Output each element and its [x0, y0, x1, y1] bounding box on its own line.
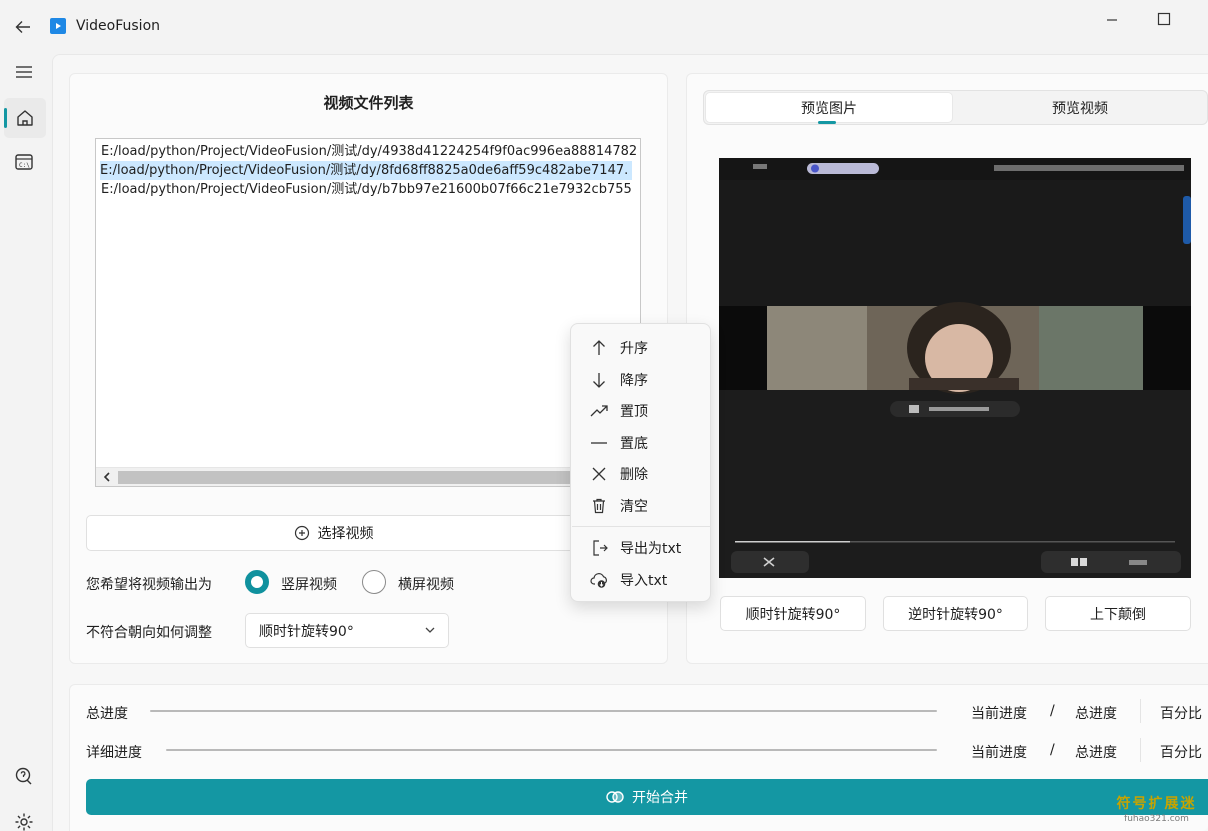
file-list-item[interactable]: E:/load/python/Project/VideoFusion/测试/dy…	[101, 142, 640, 161]
scrollbar-thumb[interactable]	[118, 471, 578, 484]
export-icon	[589, 538, 609, 558]
menu-item-delete[interactable]: 删除	[571, 459, 710, 489]
divider	[1140, 699, 1141, 723]
arrow-down-icon	[589, 370, 609, 390]
tab-preview-video[interactable]: 预览视频	[955, 92, 1205, 123]
detail-percent-label: 百分比	[1160, 745, 1202, 761]
preview-frame	[719, 158, 1191, 578]
orientation-select-value: 顺时针旋转90°	[259, 623, 354, 640]
preview-image	[719, 158, 1191, 578]
title-bar	[0, 0, 1208, 52]
hamburger-icon	[16, 66, 32, 78]
detail-current-label: 当前进度	[971, 745, 1027, 761]
menu-item-label: 置底	[620, 436, 648, 452]
minimize-button[interactable]	[1100, 8, 1124, 32]
minus-icon	[589, 433, 609, 453]
total-percent-label: 百分比	[1160, 706, 1202, 722]
radio-portrait-label[interactable]: 竖屏视频	[281, 574, 337, 594]
menu-item-label: 清空	[620, 499, 648, 515]
watermark: 符号扩展迷 fuhao321.com	[1105, 793, 1208, 831]
menu-item-move-top[interactable]: 置顶	[571, 396, 710, 426]
maximize-icon	[1157, 12, 1171, 26]
chat-help-icon	[15, 767, 32, 785]
radio-landscape[interactable]	[362, 570, 386, 594]
menu-item-move-bottom[interactable]: 置底	[571, 428, 710, 458]
minimize-icon	[1107, 19, 1117, 21]
radio-portrait[interactable]	[245, 570, 269, 594]
menu-separator	[572, 526, 711, 527]
rotate-clockwise-button[interactable]: 顺时针旋转90°	[720, 596, 866, 631]
maximize-button[interactable]	[1152, 8, 1176, 32]
start-merge-button[interactable]: 开始合并	[86, 779, 1208, 815]
menu-item-export-txt[interactable]: 导出为txt	[571, 533, 710, 563]
select-video-button[interactable]: 选择视频	[86, 515, 581, 551]
back-button[interactable]	[8, 12, 38, 42]
gear-icon	[15, 813, 33, 831]
arrow-left-icon	[15, 21, 30, 33]
menu-item-clear[interactable]: 清空	[571, 491, 710, 521]
detail-progress-label: 详细进度	[86, 745, 142, 761]
orientation-select[interactable]: 顺时针旋转90°	[245, 613, 449, 648]
context-menu: 升序 降序 置顶 置底 删除 清空 导出为txt 导入txt	[570, 323, 711, 602]
merge-icon	[606, 791, 624, 803]
add-circle-icon	[294, 525, 309, 541]
menu-item-label: 升序	[620, 341, 648, 357]
file-list-title: 视频文件列表	[323, 94, 414, 112]
file-list[interactable]: E:/load/python/Project/VideoFusion/测试/dy…	[95, 138, 641, 487]
detail-total-label: 总进度	[1075, 745, 1117, 761]
app-logo-icon	[50, 18, 66, 34]
nav-home[interactable]	[4, 98, 46, 138]
output-format-label: 您希望将视频输出为	[86, 577, 212, 593]
detail-progress-bar	[166, 749, 937, 751]
select-video-label: 选择视频	[317, 526, 374, 542]
menu-item-label: 导出为txt	[620, 541, 682, 557]
rotate-counterclockwise-button[interactable]: 逆时针旋转90°	[883, 596, 1028, 631]
menu-item-label: 导入txt	[620, 573, 668, 589]
menu-item-label: 删除	[620, 467, 648, 483]
scroll-left-button[interactable]	[100, 469, 114, 485]
nav-command[interactable]: C:\	[6, 144, 42, 180]
trend-up-icon	[589, 401, 609, 421]
total-total-label: 总进度	[1075, 706, 1117, 722]
nav-settings[interactable]	[6, 804, 42, 831]
total-progress-label: 总进度	[86, 706, 128, 722]
terminal-icon: C:\	[15, 154, 33, 170]
start-merge-label: 开始合并	[632, 790, 688, 806]
total-progress-bar	[150, 710, 937, 712]
menu-item-import-txt[interactable]: 导入txt	[571, 565, 710, 595]
watermark-sub: fuhao321.com	[1124, 814, 1189, 824]
horizontal-scrollbar[interactable]	[96, 467, 640, 486]
arrow-up-icon	[589, 338, 609, 358]
detail-separator: /	[1050, 742, 1055, 758]
orientation-label: 不符合朝向如何调整	[86, 625, 212, 641]
menu-item-label: 降序	[620, 373, 648, 389]
import-icon	[589, 570, 609, 590]
svg-text:C:\: C:\	[19, 162, 30, 169]
radio-landscape-label[interactable]: 横屏视频	[398, 574, 454, 594]
nav-active-indicator	[4, 108, 7, 128]
nav-menu-button[interactable]	[6, 54, 42, 90]
divider	[1140, 738, 1141, 762]
tab-preview-image[interactable]: 预览图片	[705, 92, 953, 123]
menu-item-label: 置顶	[620, 404, 648, 420]
file-list-item[interactable]: E:/load/python/Project/VideoFusion/测试/dy…	[101, 180, 636, 199]
total-separator: /	[1050, 703, 1055, 719]
chevron-down-icon	[425, 627, 435, 633]
nav-help[interactable]	[6, 758, 42, 794]
file-list-item-selected[interactable]: E:/load/python/Project/VideoFusion/测试/dy…	[100, 161, 633, 180]
menu-item-sort-desc[interactable]: 降序	[571, 365, 710, 395]
watermark-main: 符号扩展迷	[1116, 796, 1197, 812]
trash-icon	[589, 496, 609, 516]
tab-active-indicator	[818, 121, 836, 124]
flip-vertical-button[interactable]: 上下颠倒	[1045, 596, 1191, 631]
close-icon	[589, 464, 609, 484]
menu-item-sort-asc[interactable]: 升序	[571, 333, 710, 363]
app-title: VideoFusion	[76, 18, 161, 34]
home-icon	[17, 110, 33, 126]
chevron-left-icon	[103, 472, 110, 482]
total-current-label: 当前进度	[971, 706, 1027, 722]
